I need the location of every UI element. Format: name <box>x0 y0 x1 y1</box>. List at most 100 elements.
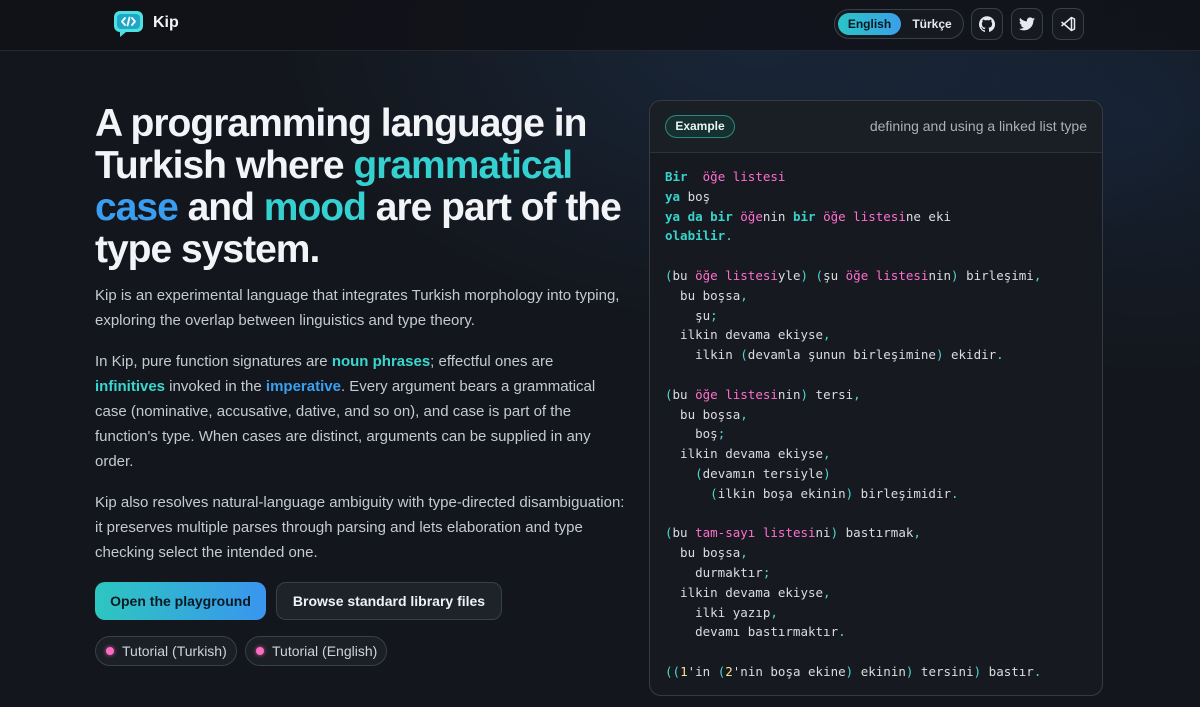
code-token: ) <box>800 386 809 402</box>
code-line: ilkin devama ekiyse, <box>665 444 1041 464</box>
code-token: birleşimi <box>958 267 1034 283</box>
term-noun-phrases: noun phrases <box>331 353 431 370</box>
code-token: tam-sayı listesi <box>695 525 816 541</box>
bullet-dot-icon <box>106 647 114 655</box>
code-token: bu boşsa <box>665 406 741 422</box>
code-token: ilkin devama ekiyse <box>665 327 824 343</box>
lang-turkish-button[interactable]: Türkçe <box>904 13 960 35</box>
kip-logo-icon[interactable] <box>113 10 144 38</box>
github-button[interactable] <box>971 8 1003 40</box>
code-token: ( <box>740 347 748 363</box>
code-token: nin <box>928 267 952 283</box>
lang-english-button[interactable]: English <box>838 13 901 35</box>
example-badge: Example <box>665 115 735 138</box>
code-token: nin <box>777 386 801 402</box>
code-token: . <box>838 624 846 640</box>
code-token: Bir <box>665 169 688 184</box>
code-token: ( <box>665 267 673 283</box>
code-token: ekidir <box>943 347 997 363</box>
code-token: ( <box>815 267 824 283</box>
code-token: . <box>996 347 1004 363</box>
code-token: ; <box>762 564 771 580</box>
code-token: tersi <box>808 386 854 402</box>
code-token: ( <box>695 465 703 481</box>
code-line: (bu tam-sayı listesini) bastırmak, <box>665 523 1041 543</box>
tutorial-english-label: Tutorial (English) <box>272 643 378 659</box>
code-token: bastırmak <box>838 525 914 541</box>
open-playground-button[interactable]: Open the playground <box>95 582 266 620</box>
code-token: 'in <box>687 663 718 679</box>
code-token: . <box>725 228 733 244</box>
code-token: durmaktır <box>665 564 763 580</box>
top-navbar: Kip English Türkçe <box>0 0 1200 51</box>
twitter-button[interactable] <box>1011 8 1043 40</box>
code-token: 2 <box>725 663 733 679</box>
code-token: ya da bir <box>665 208 733 224</box>
code-token: ) <box>800 267 809 283</box>
brand-name[interactable]: Kip <box>153 14 179 32</box>
term-infinitives: infinitives <box>95 378 166 395</box>
code-line: (ilkin boşa ekinin) birleşimidir. <box>665 484 1041 504</box>
vscode-button[interactable] <box>1052 8 1084 40</box>
code-line: devamı bastırmaktır. <box>665 622 1041 642</box>
code-token: ) <box>951 267 959 283</box>
code-line: ((1'in (2'nin boşa ekine) ekinin) tersin… <box>665 662 1041 682</box>
headline-grammatical: grammatical <box>353 144 573 187</box>
code-token: devamı bastırmaktır <box>665 624 839 640</box>
github-icon <box>979 16 995 32</box>
code-token: birleşimidir <box>853 485 951 501</box>
code-line: (bu öğe listesinin) tersi, <box>665 385 1041 405</box>
code-token: nin <box>762 208 793 224</box>
code-token: öğe listesi <box>845 267 929 283</box>
code-token: , <box>1033 267 1042 283</box>
code-block: Bir öğe listesi ya boş ya da bir öğenin bi… <box>665 167 1041 682</box>
code-token: bastır <box>981 663 1034 679</box>
code-line: ilki yazıp, <box>665 603 1041 623</box>
code-token: şu <box>823 267 846 283</box>
code-token: ne eki <box>905 208 952 224</box>
code-token: , <box>823 446 831 462</box>
term-imperative: imperative <box>265 378 341 395</box>
code-token: , <box>740 406 748 422</box>
code-line: şu; <box>665 306 1041 326</box>
code-token: ilkin devama ekiyse <box>665 446 824 462</box>
tutorial-turkish-link[interactable]: Tutorial (Turkish) <box>95 636 237 666</box>
code-token: öğe listesi <box>695 386 778 402</box>
code-line: ilkin devama ekiyse, <box>665 325 1041 345</box>
code-line: Bir öğe listesi <box>665 167 1041 187</box>
code-token: ; <box>717 426 726 442</box>
code-token: . <box>951 485 959 501</box>
headline-mood: mood <box>263 186 367 229</box>
code-token: . <box>1033 663 1042 679</box>
headline-and: and <box>177 186 264 229</box>
signature-paragraph: In Kip, pure function signatures are nou… <box>95 349 625 474</box>
code-token: bu <box>672 386 696 402</box>
code-token: ( <box>710 485 718 501</box>
code-token: bu boşsa <box>665 545 741 561</box>
code-token: ilkin boşa ekinin <box>717 485 846 501</box>
code-token: öğe listesi <box>823 208 906 224</box>
code-token: bu boşsa <box>665 287 741 303</box>
code-line: ya boş <box>665 187 1041 207</box>
code-line: ya da bir öğenin bir öğe listesine eki <box>665 207 1041 227</box>
code-token: ya <box>665 188 681 204</box>
browse-stdlib-button[interactable]: Browse standard library files <box>276 582 502 620</box>
tutorial-english-link[interactable]: Tutorial (English) <box>245 636 387 666</box>
twitter-icon <box>1019 17 1035 31</box>
code-line: boş; <box>665 424 1041 444</box>
code-token: şu <box>665 307 711 323</box>
code-token: ni <box>815 525 831 541</box>
hero-headline: A programming language in Turkish where … <box>95 103 635 271</box>
code-token: (( <box>665 663 681 679</box>
code-token: ilkin devama ekiyse <box>665 584 824 600</box>
example-code-card: Example defining and using a linked list… <box>649 100 1103 696</box>
code-line: (bu öğe listesiyle) (şu öğe listesinin) … <box>665 266 1041 286</box>
vscode-icon <box>1061 16 1076 32</box>
code-line: bu boşsa, <box>665 286 1041 306</box>
p2-text-a: In Kip, pure function signatures are <box>95 353 332 370</box>
code-token: öğe listesi <box>702 169 786 184</box>
code-token: boş <box>680 188 711 204</box>
